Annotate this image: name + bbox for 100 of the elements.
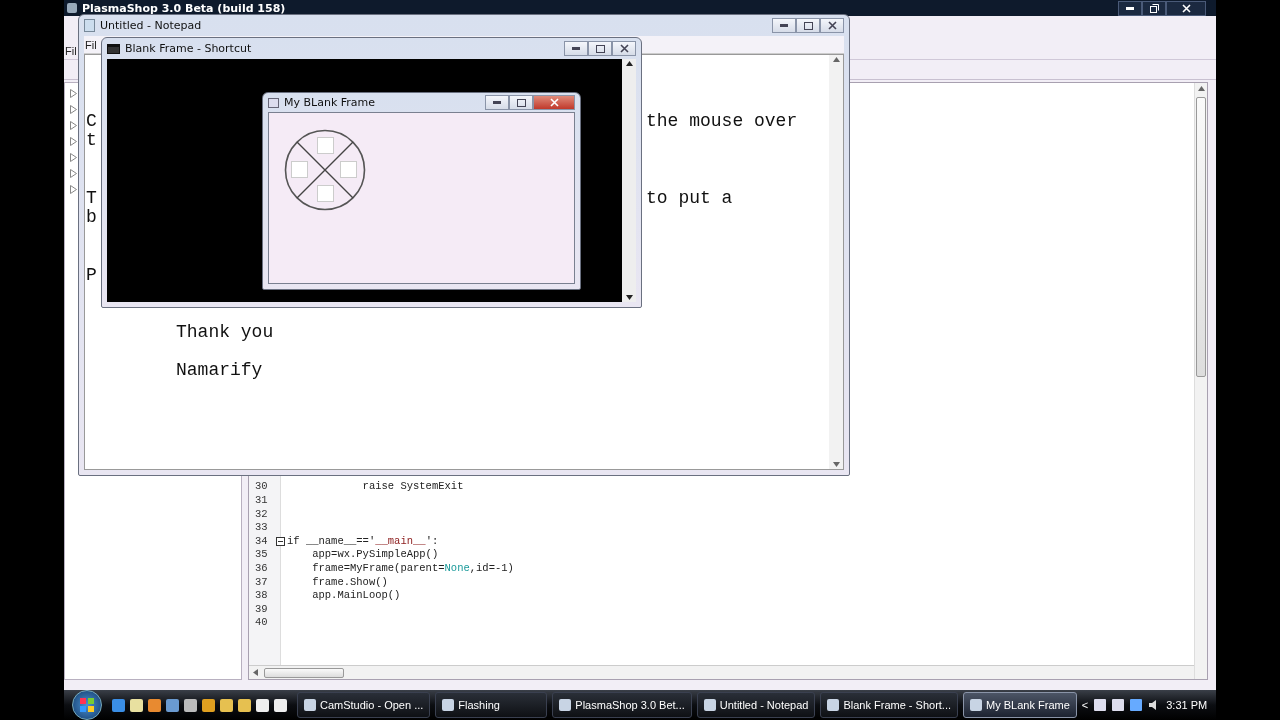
text-line: b — [86, 207, 97, 228]
line-number: 31 — [255, 494, 268, 508]
maximize-icon — [516, 98, 526, 107]
close-icon — [619, 44, 629, 53]
taskbar-button[interactable]: My BLank Frame — [963, 692, 1077, 718]
line-number: 32 — [255, 507, 268, 522]
taskbar-button[interactable]: CamStudio - Open ... — [297, 692, 431, 718]
text-line: t — [86, 131, 97, 151]
window-title: Untitled - Notepad — [100, 19, 202, 32]
scroll-up-arrow-icon[interactable] — [625, 61, 633, 66]
restore-icon — [1149, 3, 1159, 13]
taskbar-button[interactable]: Untitled - Notepad — [696, 692, 816, 718]
close-icon — [549, 98, 559, 107]
menu-item[interactable]: Fil — [64, 45, 78, 57]
frame-icon — [268, 97, 279, 108]
input-field[interactable] — [340, 161, 357, 178]
maximize-button[interactable] — [588, 41, 612, 56]
close-icon — [827, 21, 837, 30]
taskbar-label: Untitled - Notepad — [719, 699, 809, 711]
tray-icon[interactable] — [1112, 699, 1125, 711]
quick-launch-icon[interactable] — [238, 698, 251, 712]
window-icon — [703, 699, 716, 711]
expand-arrow-icon[interactable] — [70, 185, 77, 194]
taskbar-button[interactable]: Blank Frame - Short... — [820, 692, 959, 718]
maximize-button[interactable] — [509, 95, 533, 110]
line-number: 36 — [255, 562, 268, 576]
expand-arrow-icon[interactable] — [70, 137, 77, 146]
close-button[interactable] — [1166, 0, 1206, 16]
line-number: 40 — [255, 616, 268, 630]
minimize-button[interactable] — [564, 41, 588, 56]
four-squares-icon — [80, 698, 94, 712]
window-title: Blank Frame - Shortcut — [125, 42, 252, 55]
minimize-button[interactable] — [772, 18, 796, 33]
text-line: Thank you — [176, 323, 274, 343]
expand-arrow-icon[interactable] — [70, 105, 77, 114]
network-icon[interactable] — [1130, 699, 1143, 711]
quick-launch-icon[interactable] — [202, 698, 215, 712]
quick-launch-icon[interactable] — [184, 698, 197, 712]
line-number: 35 — [255, 548, 268, 563]
minimize-icon — [572, 47, 580, 50]
quick-launch-icon[interactable] — [256, 698, 269, 712]
app-icon — [66, 2, 78, 14]
quick-launch-icon[interactable] — [220, 698, 233, 712]
start-button[interactable] — [72, 690, 102, 720]
taskbar-label: CamStudio - Open ... — [320, 699, 424, 711]
vertical-scrollbar[interactable] — [622, 59, 636, 302]
code-line: raise SystemExit — [361, 480, 464, 495]
expand-arrow-icon[interactable] — [70, 121, 77, 130]
scroll-down-arrow-icon[interactable] — [625, 295, 633, 300]
code-line: frame.Show() — [311, 575, 388, 590]
scroll-left-arrow-icon[interactable] — [253, 669, 258, 676]
close-button[interactable] — [820, 18, 844, 33]
expand-arrow-icon[interactable] — [70, 169, 77, 178]
input-field[interactable] — [317, 137, 334, 154]
line-number: 33 — [255, 521, 268, 535]
window-icon — [442, 699, 455, 711]
quick-launch-icon[interactable] — [148, 698, 161, 712]
code-line: app.MainLoop() — [311, 589, 401, 603]
expand-arrow-icon[interactable] — [70, 89, 77, 98]
taskbar-button[interactable]: Flashing — [435, 692, 548, 718]
input-field[interactable] — [291, 161, 308, 178]
code-line: app=wx.PySimpleApp() — [311, 548, 439, 563]
window-icon — [304, 699, 316, 711]
scroll-thumb[interactable] — [264, 667, 344, 678]
maximize-icon — [803, 21, 813, 30]
horizontal-scrollbar[interactable] — [249, 665, 1194, 679]
quick-launch-icon[interactable] — [274, 698, 287, 712]
console-icon — [107, 43, 120, 54]
line-number: 37 — [255, 575, 268, 590]
code-line: if __name__=='__main__': — [287, 534, 439, 549]
notepad-icon — [84, 19, 95, 32]
minimize-button[interactable] — [1118, 0, 1142, 16]
tray-expand-button[interactable]: < — [1081, 699, 1089, 711]
maximize-icon — [595, 44, 605, 53]
line-number: 39 — [255, 602, 268, 617]
fold-minus-icon[interactable] — [276, 536, 285, 546]
line-number: 30 — [255, 480, 268, 495]
window-icon — [970, 699, 983, 711]
close-button[interactable] — [612, 41, 636, 56]
close-icon — [1181, 3, 1191, 13]
maximize-button[interactable] — [796, 18, 820, 33]
taskbar-button[interactable]: PlasmaShop 3.0 Bet... — [552, 692, 692, 718]
window-icon — [559, 699, 572, 711]
clock[interactable]: 3:31 PM — [1166, 699, 1208, 711]
menu-item[interactable]: Fil — [84, 38, 98, 51]
vertical-scrollbar[interactable] — [1194, 83, 1207, 679]
expand-arrow-icon[interactable] — [70, 153, 77, 162]
input-field[interactable] — [317, 185, 334, 202]
scroll-thumb[interactable] — [1196, 97, 1206, 377]
minimize-button[interactable] — [485, 95, 509, 110]
text-line: T — [86, 188, 97, 208]
text-line: to put a — [646, 188, 733, 208]
minimize-icon — [780, 24, 788, 27]
text-line: the mouse over — [646, 112, 798, 132]
tray-icon[interactable] — [1094, 699, 1107, 711]
taskbar-label: PlasmaShop 3.0 Bet... — [575, 699, 685, 711]
minimize-icon — [493, 101, 501, 104]
restore-button[interactable] — [1142, 0, 1166, 16]
line-number: 38 — [255, 589, 268, 603]
quick-launch-icon[interactable] — [130, 698, 143, 712]
